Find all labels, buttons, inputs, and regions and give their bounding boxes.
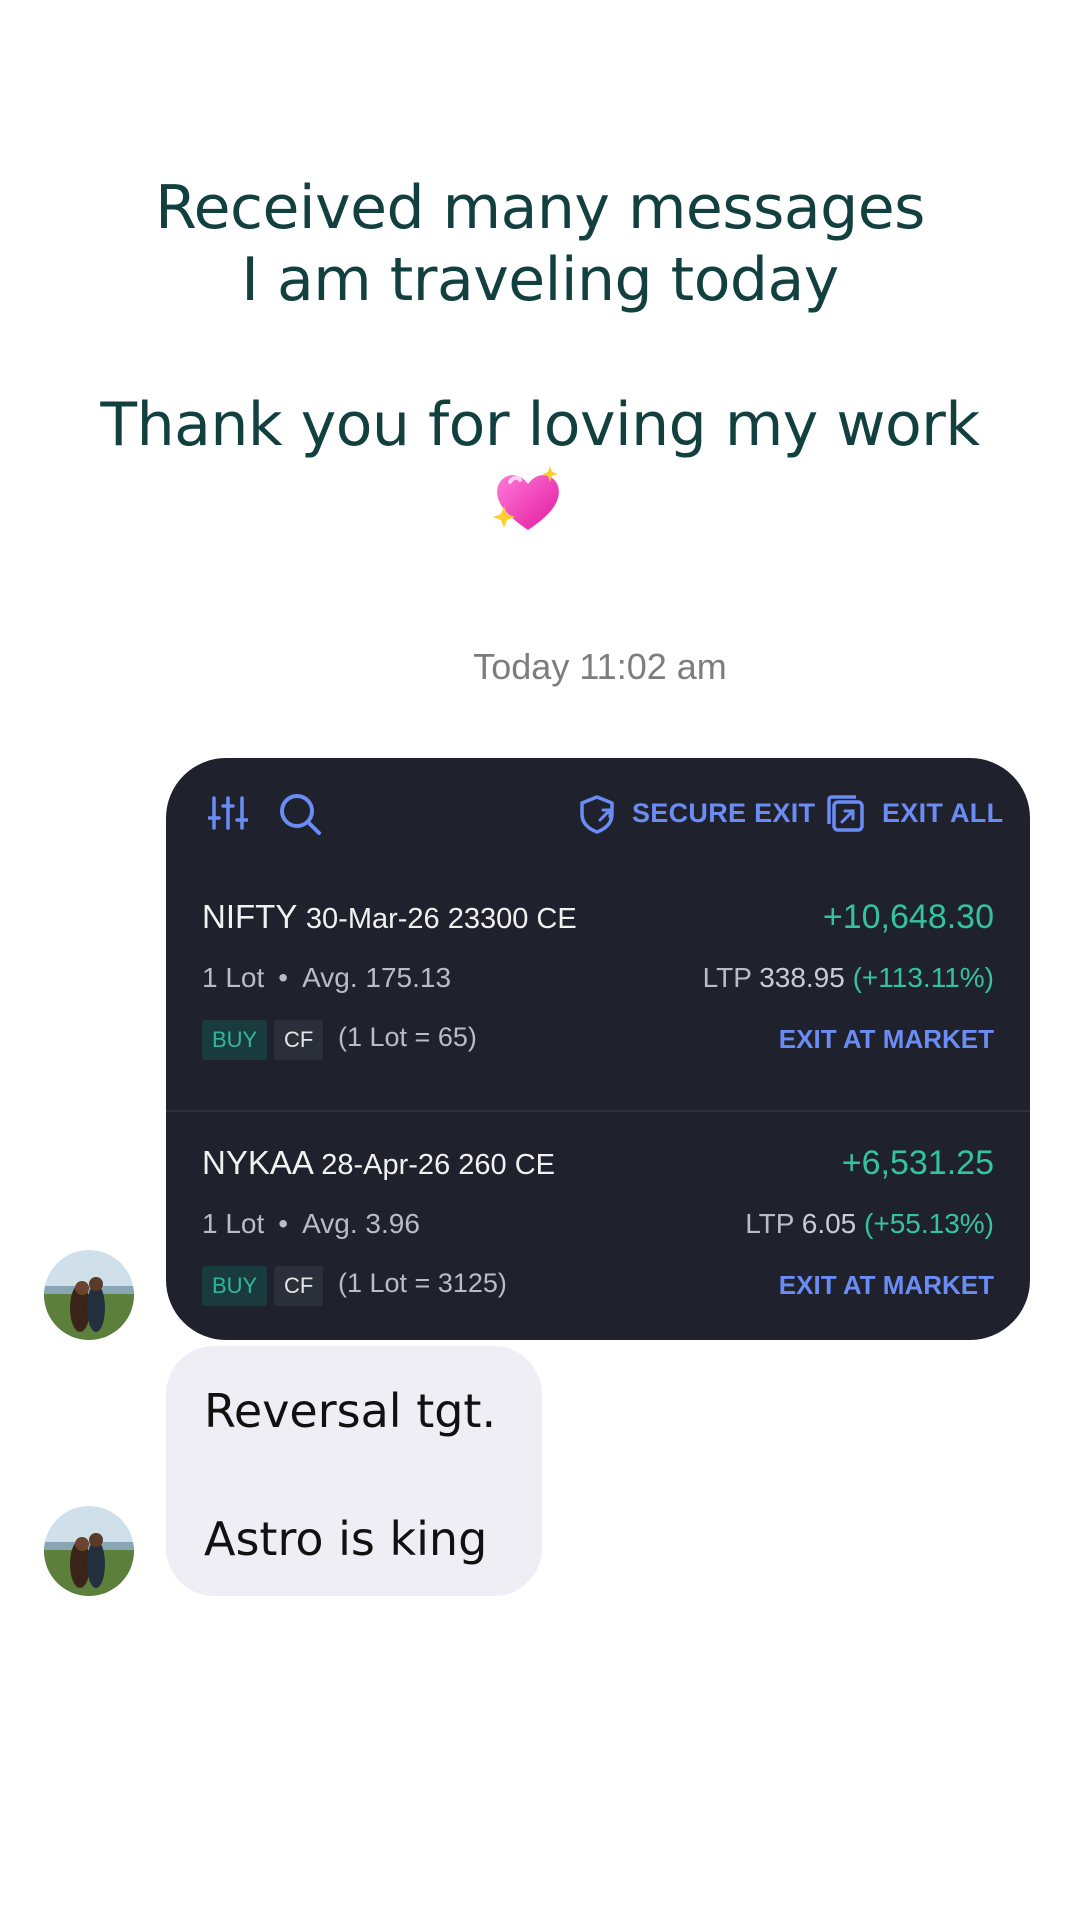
avatar-photo-icon xyxy=(44,1506,134,1596)
exit-at-market-button[interactable]: EXIT AT MARKET xyxy=(779,1270,994,1301)
exit-at-market-button[interactable]: EXIT AT MARKET xyxy=(779,1024,994,1055)
position-ltp: LTP 6.05 (+55.13%) xyxy=(745,1208,994,1240)
ltp-label: LTP xyxy=(702,962,752,993)
shield-icon[interactable] xyxy=(578,794,616,834)
product-badge: CF xyxy=(274,1020,324,1060)
avatar-photo-icon xyxy=(44,1250,134,1340)
ltp-change: (+55.13%) xyxy=(864,1208,994,1239)
positions-card[interactable]: SECURE EXIT EXIT ALL NIFTY 30-Mar-26 233… xyxy=(166,758,1030,1340)
avg-price: Avg. 175.13 xyxy=(302,962,452,993)
position-pnl: +10,648.30 xyxy=(822,898,994,936)
message-timestamp: Today 11:02 am xyxy=(473,646,727,687)
caption-line-2: I am traveling today xyxy=(241,245,839,315)
caption-line-1: Received many messages xyxy=(155,173,925,243)
message-line: Astro is king xyxy=(204,1512,488,1566)
lot-count: 1 Lot xyxy=(202,1208,265,1239)
search-icon[interactable] xyxy=(278,792,322,836)
lot-size: (1 Lot = 3125) xyxy=(338,1268,507,1298)
separator-dot: • xyxy=(278,962,289,993)
contract-details: 30-Mar-26 23300 CE xyxy=(305,903,577,935)
ltp-change: (+113.11%) xyxy=(852,962,994,993)
contract-details: 28-Apr-26 260 CE xyxy=(321,1149,555,1181)
ltp-label: LTP xyxy=(745,1208,794,1239)
lot-size: (1 Lot = 65) xyxy=(338,1022,477,1052)
row-divider xyxy=(166,1110,1030,1112)
sender-avatar[interactable] xyxy=(44,1250,134,1340)
ltp-value: 338.95 xyxy=(759,962,845,993)
product-badge: CF xyxy=(274,1266,324,1306)
avg-price: Avg. 3.96 xyxy=(302,1208,420,1239)
separator-dot: • xyxy=(278,1208,289,1239)
exit-all-button[interactable]: EXIT ALL xyxy=(882,798,1003,829)
sparkling-heart-icon xyxy=(493,466,559,530)
position-lots: 1 Lot • Avg. 175.13 xyxy=(202,962,451,994)
buy-badge: BUY xyxy=(202,1020,268,1060)
lot-count: 1 Lot xyxy=(202,962,265,993)
message-line: Reversal tgt. xyxy=(204,1384,497,1438)
sender-avatar[interactable] xyxy=(44,1506,134,1596)
position-symbol: NYKAA 28-Apr-26 260 CE xyxy=(202,1144,555,1182)
caption-line-3: Thank you for loving my work xyxy=(100,390,980,460)
filter-sliders-icon[interactable] xyxy=(208,794,248,832)
secure-exit-button[interactable]: SECURE EXIT xyxy=(632,798,815,829)
symbol-name: NYKAA xyxy=(202,1144,313,1181)
ltp-value: 6.05 xyxy=(801,1208,857,1239)
buy-badge: BUY xyxy=(202,1266,268,1306)
symbol-name: NIFTY xyxy=(202,898,297,935)
position-row-nifty[interactable]: NIFTY 30-Mar-26 23300 CE +10,648.30 1 Lo… xyxy=(166,876,1030,1122)
message-bubble[interactable]: Reversal tgt. Astro is king xyxy=(166,1346,542,1596)
position-ltp: LTP 338.95 (+113.11%) xyxy=(703,962,994,994)
exit-all-icon[interactable] xyxy=(826,794,866,834)
position-lots: 1 Lot • Avg. 3.96 xyxy=(202,1208,420,1240)
position-row-nykaa[interactable]: NYKAA 28-Apr-26 260 CE +6,531.25 1 Lot • A… xyxy=(166,1122,1030,1340)
position-symbol: NIFTY 30-Mar-26 23300 CE xyxy=(202,898,577,936)
position-pnl: +6,531.25 xyxy=(841,1144,994,1182)
